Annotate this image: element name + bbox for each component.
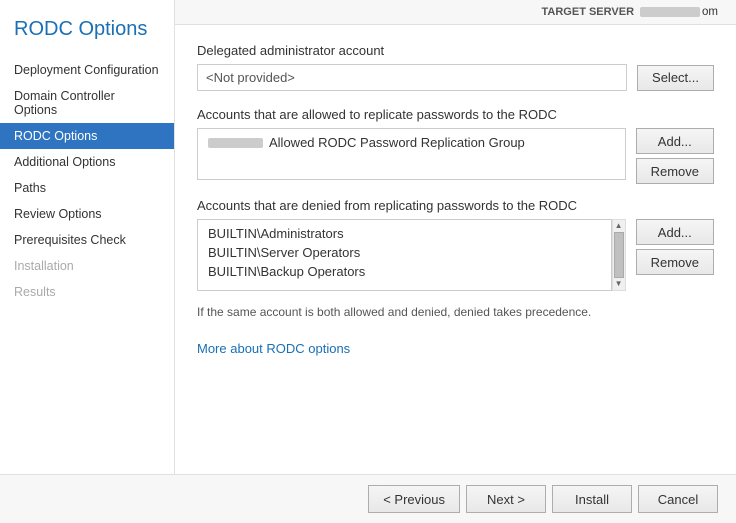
install-button[interactable]: Install	[552, 485, 632, 513]
denied-section: Accounts that are denied from replicatin…	[197, 198, 714, 291]
cancel-button[interactable]: Cancel	[638, 485, 718, 513]
sidebar-item-rodc-options[interactable]: RODC Options	[0, 123, 174, 149]
denied-section-label: Accounts that are denied from replicatin…	[197, 198, 714, 213]
denied-btn-group: Add... Remove	[636, 219, 714, 275]
sidebar-item-review-options[interactable]: Review Options	[0, 201, 174, 227]
scrollbar[interactable]: ▲ ▼	[612, 219, 626, 291]
content-body: Delegated administrator account <Not pro…	[175, 25, 736, 474]
note-text: If the same account is both allowed and …	[197, 305, 714, 319]
list-item: BUILTIN\Administrators	[204, 224, 605, 243]
rodc-options-link[interactable]: More about RODC options	[197, 341, 350, 356]
select-button[interactable]: Select...	[637, 65, 714, 91]
allowed-listbox[interactable]: Allowed RODC Password Replication Group	[197, 128, 626, 180]
delegated-value: <Not provided>	[197, 64, 627, 91]
target-server-value: om	[640, 6, 718, 18]
allowed-remove-button[interactable]: Remove	[636, 158, 714, 184]
sidebar-item-paths[interactable]: Paths	[0, 175, 174, 201]
sidebar-item-results: Results	[0, 279, 174, 305]
server-name-redacted	[640, 7, 700, 17]
denied-listbox[interactable]: BUILTIN\Administrators BUILTIN\Server Op…	[197, 219, 612, 291]
scroll-down-arrow[interactable]: ▼	[615, 280, 623, 288]
target-server-bar: TARGET SERVER om	[175, 0, 736, 25]
sidebar-item-installation: Installation	[0, 253, 174, 279]
scroll-thumb[interactable]	[614, 232, 624, 278]
allowed-section-label: Accounts that are allowed to replicate p…	[197, 107, 714, 122]
target-server-label: TARGET SERVER	[542, 6, 635, 18]
delegated-row: <Not provided> Select...	[197, 64, 714, 91]
list-item: Allowed RODC Password Replication Group	[204, 133, 619, 152]
account-redacted	[208, 138, 263, 148]
sidebar-title: RODC Options	[0, 0, 174, 57]
sidebar-item-additional-options[interactable]: Additional Options	[0, 149, 174, 175]
denied-listbox-with-scroll: BUILTIN\Administrators BUILTIN\Server Op…	[197, 219, 626, 291]
denied-add-button[interactable]: Add...	[636, 219, 714, 245]
allowed-add-button[interactable]: Add...	[636, 128, 714, 154]
sidebar-item-prerequisites[interactable]: Prerequisites Check	[0, 227, 174, 253]
list-item: BUILTIN\Backup Operators	[204, 262, 605, 281]
scroll-up-arrow[interactable]: ▲	[615, 222, 623, 230]
list-item: BUILTIN\Server Operators	[204, 243, 605, 262]
sidebar: RODC Options Deployment Configuration Do…	[0, 0, 175, 474]
allowed-listbox-row: Allowed RODC Password Replication Group …	[197, 128, 714, 184]
denied-remove-button[interactable]: Remove	[636, 249, 714, 275]
previous-button[interactable]: < Previous	[368, 485, 460, 513]
footer: < Previous Next > Install Cancel	[0, 474, 736, 523]
denied-listbox-row: BUILTIN\Administrators BUILTIN\Server Op…	[197, 219, 714, 291]
sidebar-item-deployment[interactable]: Deployment Configuration	[0, 57, 174, 83]
allowed-section: Accounts that are allowed to replicate p…	[197, 107, 714, 184]
delegated-section-label: Delegated administrator account	[197, 43, 714, 58]
content-area: TARGET SERVER om Delegated administrator…	[175, 0, 736, 474]
sidebar-item-dc-options[interactable]: Domain Controller Options	[0, 83, 174, 123]
main-container: RODC Options Deployment Configuration Do…	[0, 0, 736, 474]
next-button[interactable]: Next >	[466, 485, 546, 513]
allowed-btn-group: Add... Remove	[636, 128, 714, 184]
